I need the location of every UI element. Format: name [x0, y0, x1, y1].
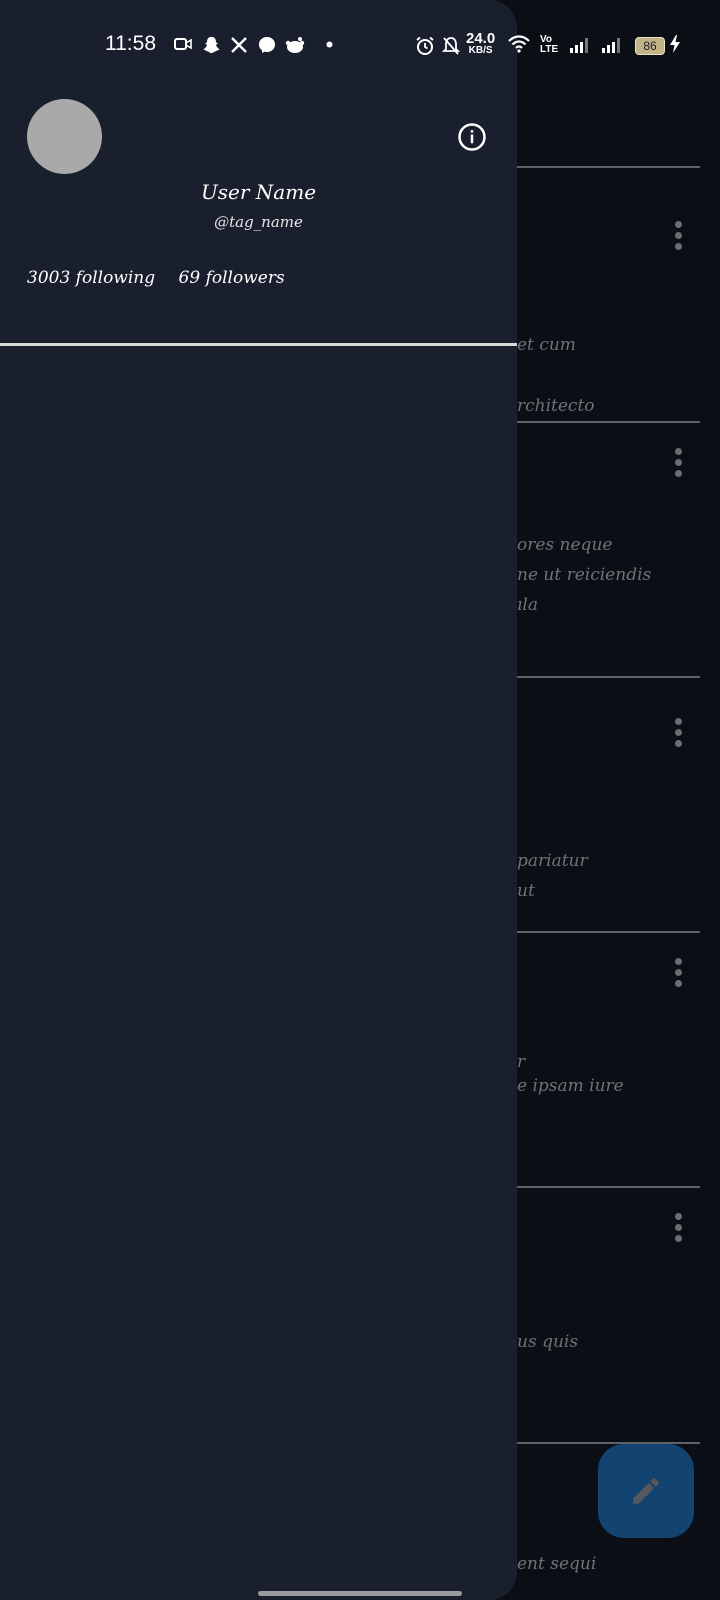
post-text: ores neque [517, 535, 613, 555]
post-divider [517, 166, 700, 168]
post-menu-icon[interactable] [672, 718, 684, 748]
status-bar: 11:58 24.0 KB/S Vo LTE 86 [0, 28, 720, 62]
signal-icon [570, 38, 588, 53]
post-menu-icon[interactable] [672, 448, 684, 478]
post-text: pariatur [517, 851, 588, 871]
volte-icon: Vo LTE [540, 34, 559, 55]
post-menu-icon[interactable] [672, 221, 684, 251]
info-icon[interactable] [457, 122, 487, 152]
post-divider [517, 676, 700, 678]
post-divider [517, 931, 700, 933]
clock: 11:58 [105, 32, 156, 55]
post-text: e ipsam iure [517, 1076, 624, 1096]
post-text: ne ut reiciendis [517, 565, 652, 585]
net-speed-value: 24.0 [466, 30, 496, 47]
x-icon [231, 37, 247, 53]
post-text: us quis [517, 1332, 579, 1352]
avatar[interactable] [27, 99, 102, 174]
post-text: ut [517, 881, 535, 901]
wifi-icon [508, 35, 530, 53]
post-text: et cum [517, 335, 576, 355]
snapchat-icon [203, 36, 220, 54]
dot-icon [326, 41, 333, 48]
post-divider [517, 1186, 700, 1188]
network-speed: 24.0 KB/S [466, 31, 495, 56]
battery-icon: 86 [635, 37, 665, 55]
video-call-icon [174, 38, 192, 50]
gesture-bar[interactable] [258, 1591, 462, 1596]
post-menu-icon[interactable] [672, 1213, 684, 1243]
followers-count[interactable]: 69 followers [179, 268, 285, 288]
bell-off-icon [442, 37, 460, 55]
reddit-icon [285, 37, 305, 53]
navigation-drawer: User Name @tag_name 3003 following 69 fo… [0, 0, 517, 1600]
charging-icon [670, 35, 680, 53]
net-speed-unit: KB/S [468, 45, 493, 56]
edit-icon [633, 1478, 659, 1504]
following-count[interactable]: 3003 following [27, 268, 155, 288]
signal-icon [602, 38, 620, 53]
post-divider [517, 421, 700, 423]
compose-button[interactable] [598, 1444, 694, 1538]
tag-name: @tag_name [214, 213, 303, 231]
drawer-divider [0, 343, 517, 346]
post-menu-icon[interactable] [672, 958, 684, 988]
post-text: rchitecto [517, 396, 595, 416]
post-text: ent sequi [517, 1554, 597, 1574]
alarm-icon [416, 36, 434, 55]
post-text: r [517, 1052, 526, 1072]
messenger-icon [259, 37, 275, 53]
user-name: User Name [200, 180, 317, 204]
post-text: ıla [517, 595, 539, 615]
follow-stats: 3003 following 69 followers [27, 268, 303, 288]
